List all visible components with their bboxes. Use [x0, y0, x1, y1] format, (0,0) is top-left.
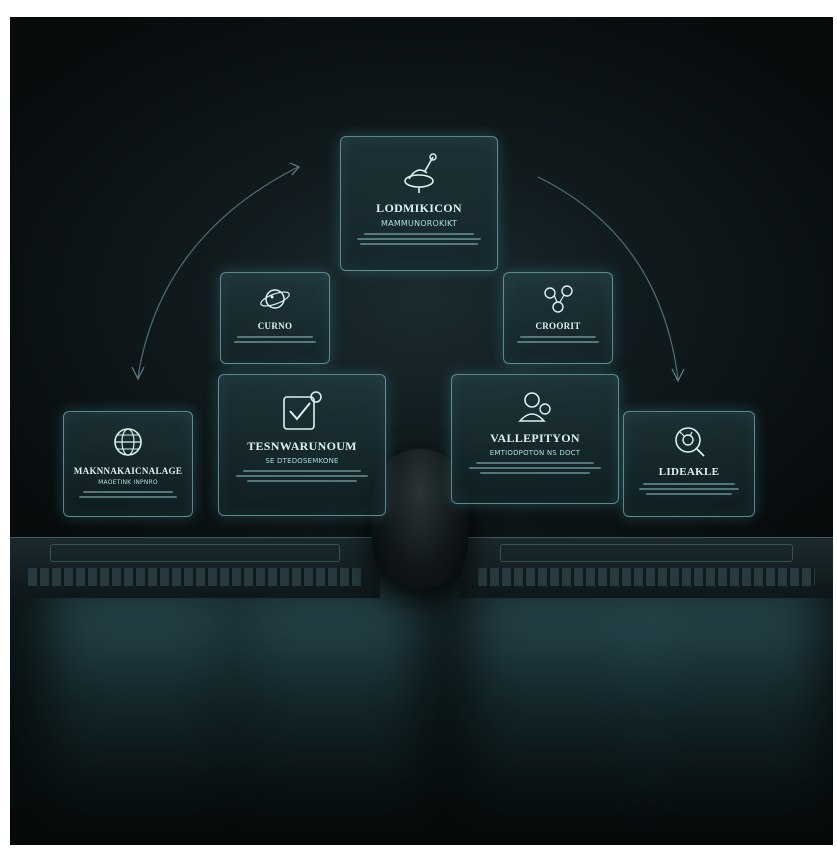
- panel-title: LODMIKICON: [376, 201, 462, 215]
- person-icon: [518, 392, 551, 422]
- checklist-icon: [283, 391, 322, 430]
- panel-subtitle: MAOETINK INPNRO: [98, 479, 158, 486]
- dish-icon: [404, 153, 437, 193]
- keys: [478, 568, 815, 586]
- gear-icon: [675, 427, 705, 457]
- panel-title: LIDEAKLE: [658, 466, 720, 478]
- touchpad: [50, 544, 340, 562]
- panel-top: LODMIKICON MAMMUNOROKIKT: [340, 136, 498, 271]
- panel-subtitle: SE DTEDOSEMKONE: [265, 457, 339, 465]
- keys: [28, 568, 362, 586]
- text-lines: [64, 491, 192, 498]
- text-lines: [504, 336, 612, 343]
- panel-title: CROORIT: [535, 321, 581, 331]
- text-lines: [624, 483, 754, 495]
- panel-title: CURNO: [257, 321, 293, 331]
- panel-title: MAKNNAKAICNALAGE: [73, 466, 183, 476]
- planet-icon: [260, 289, 290, 309]
- scene: LODMIKICON MAMMUNOROKIKT CURNO CROORIT T…: [10, 17, 833, 845]
- text-lines: [221, 336, 329, 343]
- touchpad: [500, 544, 793, 562]
- panel-small-left: CURNO: [220, 272, 330, 364]
- molecule-icon: [544, 285, 573, 313]
- globe-icon: [114, 428, 142, 456]
- panel-title: TESNWARUNOUM: [247, 439, 357, 453]
- panel-mid-left: TESNWARUNOUM SE DTEDOSEMKONE: [218, 374, 386, 516]
- keyboard-right: [460, 537, 833, 598]
- panel-mid-right: VALLEPITYON EMTIODPOTON NS DOCT: [451, 374, 619, 504]
- panel-subtitle: EMTIODPOTON NS DOCT: [489, 449, 581, 457]
- panel-title: VALLEPITYON: [490, 431, 580, 445]
- panel-small-right: CROORIT: [503, 272, 613, 364]
- text-lines: [341, 233, 497, 245]
- keyboard-left: [10, 537, 380, 598]
- text-lines: [219, 470, 385, 482]
- panel-far-left: MAKNNAKAICNALAGE MAOETINK INPNRO: [63, 411, 193, 517]
- panel-subtitle: MAMMUNOROKIKT: [381, 219, 457, 228]
- text-lines: [452, 462, 618, 474]
- panel-far-right: LIDEAKLE: [623, 411, 755, 517]
